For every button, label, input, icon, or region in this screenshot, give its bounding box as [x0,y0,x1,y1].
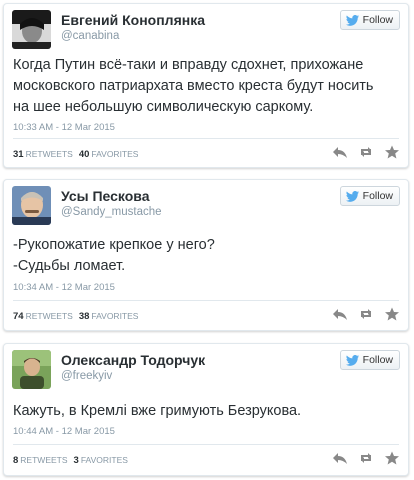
tweet-actions [332,451,400,465]
twitter-bird-icon [345,190,359,202]
retweet-count[interactable]: 8 RETWEETS [13,455,68,466]
favorite-count[interactable]: 38 FAVORITES [79,311,139,322]
follow-button[interactable]: Follow [339,350,400,370]
favorite-count[interactable]: 3 FAVORITES [74,455,128,466]
user-handle[interactable]: @Sandy_mustache [61,206,162,218]
reply-icon[interactable] [332,145,348,159]
retweet-icon[interactable] [358,145,374,159]
tweet-timestamp[interactable]: 10:34 AM - 12 Mar 2015 [13,282,115,293]
reply-icon[interactable] [332,451,348,465]
divider [13,300,399,301]
tweet-timestamp[interactable]: 10:33 AM - 12 Mar 2015 [13,122,115,133]
follow-button[interactable]: Follow [339,10,400,30]
favorite-count[interactable]: 40 FAVORITES [79,149,139,160]
tweet-stats: 31 RETWEETS 40 FAVORITES [13,149,138,160]
divider [13,444,399,445]
favorite-star-icon[interactable] [384,451,400,465]
avatar[interactable] [12,186,51,225]
twitter-bird-icon [345,354,359,366]
twitter-bird-icon [345,14,359,26]
tweet-text: -Рукопожатие крепкое у него? -Судьбы лом… [13,237,215,274]
retweet-icon[interactable] [358,307,374,321]
divider [13,138,399,139]
tweet-actions [332,145,400,159]
display-name[interactable]: Евгений Коноплянка [61,12,205,28]
user-handle[interactable]: @freekyiv [61,370,112,382]
avatar[interactable] [12,10,51,49]
tweet-card: Усы Пескова @Sandy_mustache Follow -Руко… [3,179,409,331]
avatar[interactable] [12,350,51,389]
tweet-card: Евгений Коноплянка @canabina Follow Когд… [3,3,409,168]
tweet-stats: 74 RETWEETS 38 FAVORITES [13,311,138,322]
follow-label: Follow [362,14,393,26]
follow-label: Follow [362,190,393,202]
tweet-actions [332,307,400,321]
tweet-card: Олександр Тодорчук @freekyiv Follow Кажу… [3,343,409,476]
reply-icon[interactable] [332,307,348,321]
display-name[interactable]: Олександр Тодорчук [61,352,205,368]
follow-label: Follow [362,354,393,366]
retweet-count[interactable]: 74 RETWEETS [13,311,73,322]
tweet-text: Когда Путин всё-таки и вправду сдохнет, … [13,57,374,115]
tweet-text: Кажуть, в Кремлі вже гримують Безрукова. [13,403,302,419]
favorite-star-icon[interactable] [384,307,400,321]
display-name[interactable]: Усы Пескова [61,188,150,204]
retweet-count[interactable]: 31 RETWEETS [13,149,73,160]
retweet-icon[interactable] [358,451,374,465]
favorite-star-icon[interactable] [384,145,400,159]
tweet-stats: 8 RETWEETS 3 FAVORITES [13,455,128,466]
tweet-timestamp[interactable]: 10:44 AM - 12 Mar 2015 [13,426,115,437]
follow-button[interactable]: Follow [339,186,400,206]
user-handle[interactable]: @canabina [61,30,119,42]
